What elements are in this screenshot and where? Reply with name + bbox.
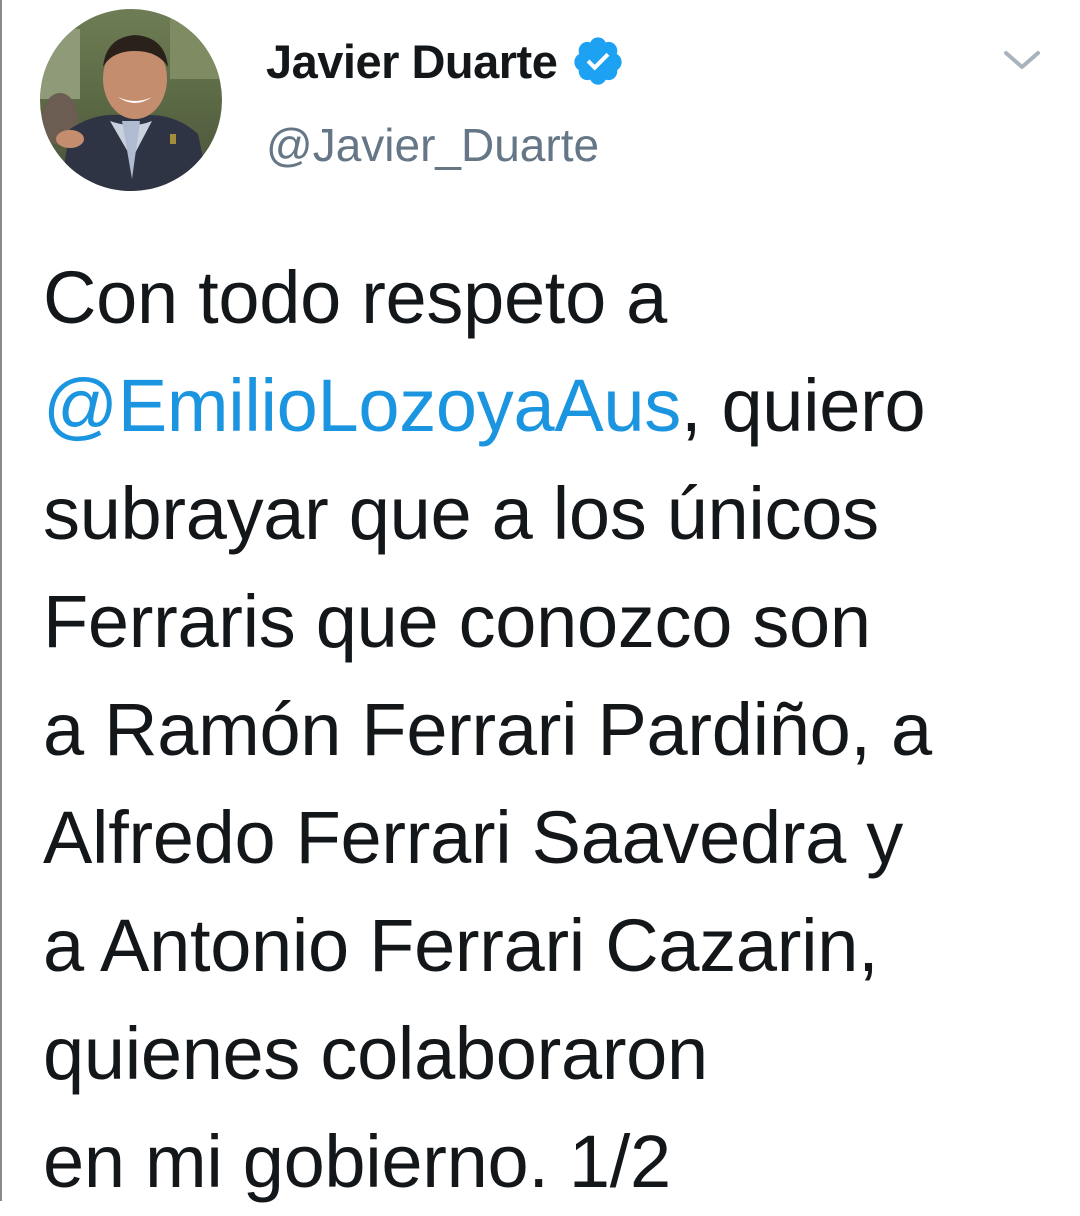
tweet-line: quienes colaboraron	[43, 1012, 708, 1095]
mention-link[interactable]: @EmilioLozoyaAus	[43, 364, 681, 447]
display-name[interactable]: Javier Duarte	[266, 34, 558, 89]
verified-badge-icon	[574, 37, 622, 85]
tweet-line: Con todo respeto a	[43, 256, 668, 339]
tweet-line: @EmilioLozoyaAus, quiero	[43, 352, 1063, 460]
tweet-line: Alfredo Ferrari Saavedra y	[43, 796, 904, 879]
tweet-menu-button[interactable]	[992, 38, 1052, 82]
tweet-line: subrayar que a los únicos	[43, 472, 879, 555]
tweet-line: Ferraris que conozco son	[43, 580, 871, 663]
tweet-card: Javier Duarte @Javier_Duarte Con todo re…	[0, 0, 1080, 1203]
display-name-row[interactable]: Javier Duarte	[266, 30, 625, 92]
avatar[interactable]	[40, 9, 222, 191]
tweet-line: a Ramón Ferrari Pardiño, a	[43, 688, 932, 771]
user-handle[interactable]: @Javier_Duarte	[266, 118, 599, 172]
tweet-line-text: , quiero	[680, 364, 926, 447]
tweet-line: en mi gobierno. 1/2	[43, 1120, 671, 1203]
chevron-down-icon	[1004, 51, 1040, 69]
tweet-text: Con todo respeto a @EmilioLozoyaAus, qui…	[43, 244, 1063, 1216]
tweet-line: a Antonio Ferrari Cazarin,	[43, 904, 879, 987]
